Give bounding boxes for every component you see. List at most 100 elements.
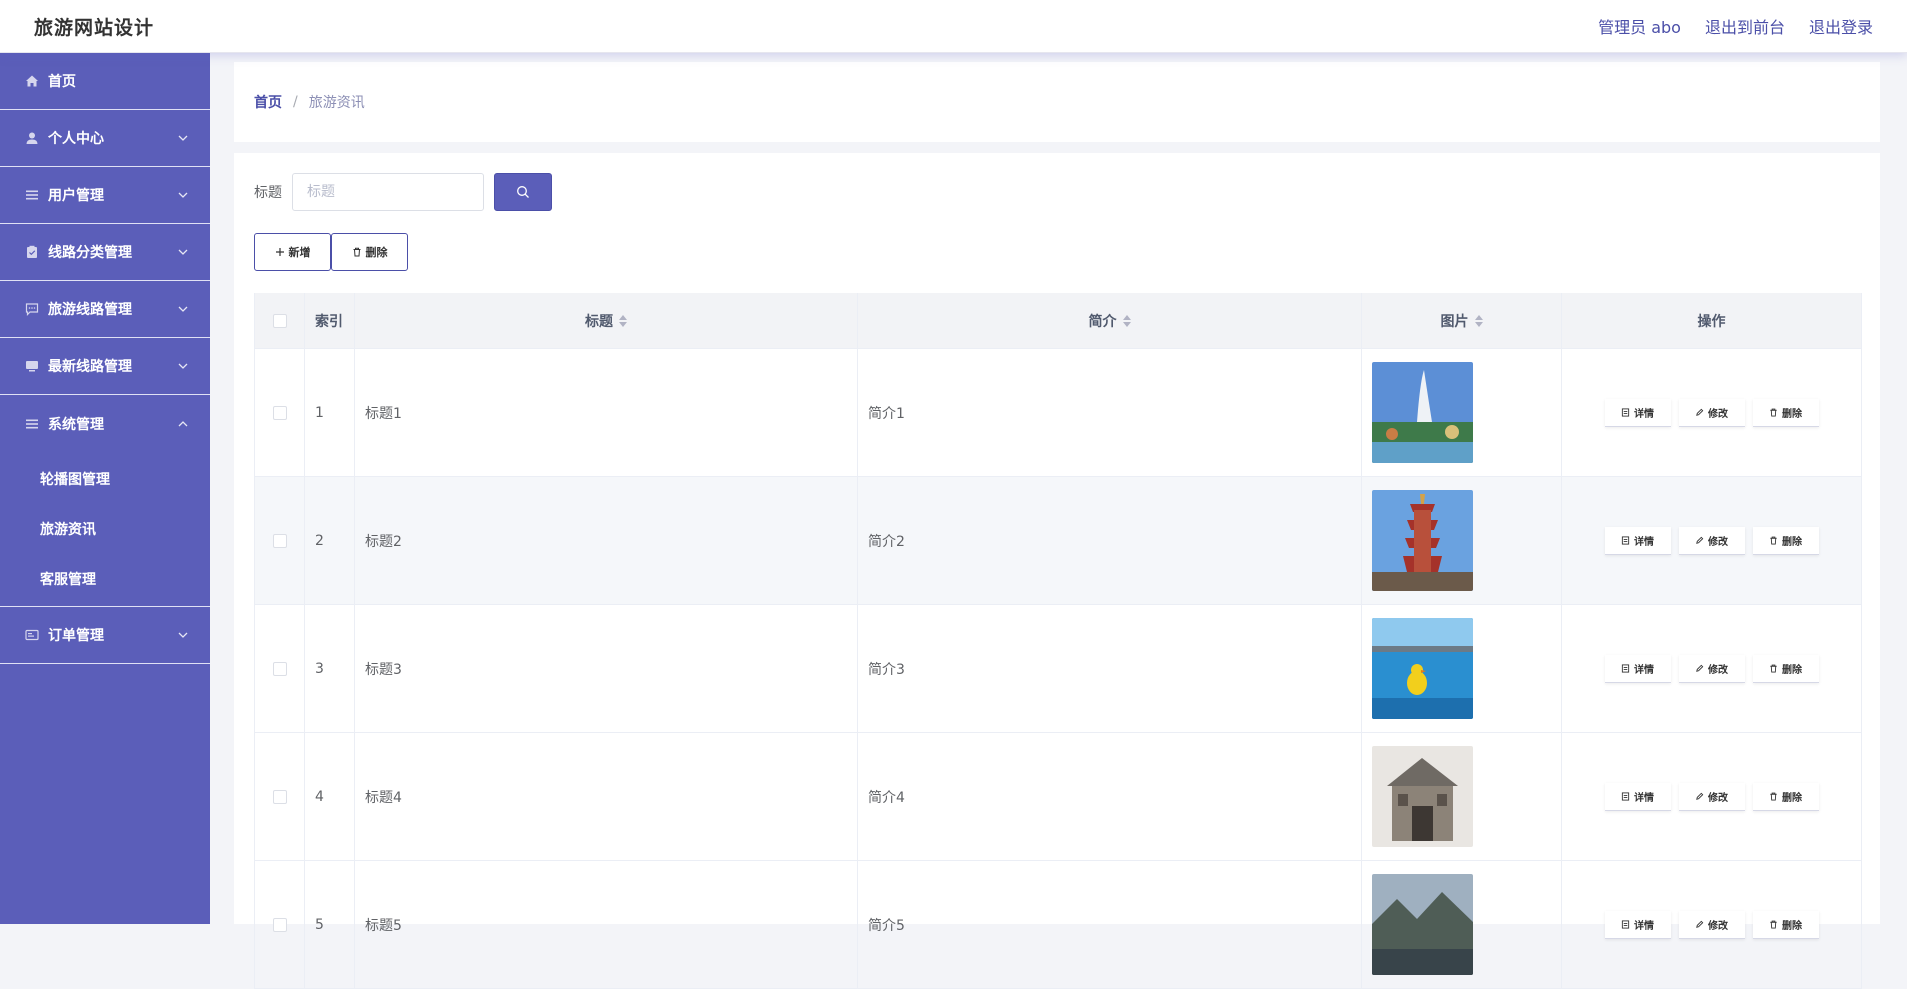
row-intro: 简介3: [858, 605, 1362, 732]
detail-button[interactable]: 详情: [1604, 654, 1671, 683]
table-row: 4 标题4 简介4 详情 修改 删除: [255, 733, 1861, 861]
list-icon: [24, 187, 40, 203]
thumbnail-image: [1372, 874, 1473, 975]
row-ops: 详情 修改 删除: [1562, 349, 1861, 476]
thumbnail-image: [1372, 746, 1473, 847]
row-checkbox[interactable]: [272, 533, 287, 548]
detail-label: 详情: [1634, 408, 1654, 420]
detail-button[interactable]: 详情: [1604, 398, 1671, 427]
delete-button[interactable]: 删除: [1752, 526, 1819, 555]
table-row: 3 标题3 简介3 详情 修改 删除: [255, 605, 1861, 733]
row-title: 标题4: [355, 733, 858, 860]
table-header: 索引 标题 简介 图片 操作: [255, 293, 1861, 349]
row-checkbox-cell: [255, 349, 305, 476]
sort-icon: [1474, 314, 1483, 327]
document-icon: [1621, 791, 1630, 801]
sidebar-item-label: 线路分类管理: [48, 245, 132, 261]
sidebar-item-user-management[interactable]: 用户管理: [0, 167, 210, 224]
delete-button[interactable]: 删除: [1752, 910, 1819, 939]
header-image-label: 图片: [1440, 313, 1469, 330]
sidebar-item-label: 个人中心: [48, 131, 104, 147]
breadcrumb: 首页 / 旅游资讯: [234, 62, 1880, 142]
row-checkbox-cell: [255, 861, 305, 988]
app-title: 旅游网站设计: [34, 16, 155, 39]
search-button[interactable]: [494, 173, 552, 211]
delete-button[interactable]: 删除: [1752, 398, 1819, 427]
card-icon: [24, 627, 40, 643]
monitor-icon: [24, 358, 40, 374]
row-checkbox-cell: [255, 733, 305, 860]
add-button-label: 新增: [288, 246, 311, 259]
row-intro: 简介2: [858, 477, 1362, 604]
row-index: 5: [305, 861, 355, 988]
delete-label: 删除: [1782, 920, 1802, 932]
clipboard-icon: [24, 244, 40, 260]
document-icon: [1621, 663, 1630, 673]
sidebar-item-latest-route[interactable]: 最新线路管理: [0, 338, 210, 395]
trash-icon: [1770, 536, 1777, 545]
edit-button[interactable]: 修改: [1678, 910, 1745, 939]
trash-icon: [1770, 920, 1777, 929]
delete-label: 删除: [1782, 792, 1802, 804]
delete-label: 删除: [1782, 536, 1802, 548]
thumbnail-image: [1372, 490, 1473, 591]
list-icon: [24, 416, 40, 432]
sidebar-item-system[interactable]: 系统管理: [0, 395, 210, 452]
pencil-icon: [1696, 792, 1704, 800]
header-intro[interactable]: 简介: [858, 293, 1362, 348]
row-checkbox[interactable]: [272, 917, 287, 932]
delete-button-label: 删除: [365, 246, 388, 259]
edit-label: 修改: [1708, 920, 1728, 932]
exit-to-front-link[interactable]: 退出到前台: [1705, 14, 1785, 38]
home-icon: [24, 73, 40, 89]
sidebar-item-orders[interactable]: 订单管理: [0, 607, 210, 664]
sidebar-item-label: 旅游线路管理: [48, 302, 132, 318]
row-checkbox[interactable]: [272, 405, 287, 420]
edit-label: 修改: [1708, 664, 1728, 676]
detail-button[interactable]: 详情: [1604, 526, 1671, 555]
sidebar-item-personal-center[interactable]: 个人中心: [0, 110, 210, 167]
batch-delete-button[interactable]: 删除: [331, 233, 408, 271]
edit-label: 修改: [1708, 792, 1728, 804]
edit-button[interactable]: 修改: [1678, 526, 1745, 555]
sidebar-item-travel-route[interactable]: 旅游线路管理: [0, 281, 210, 338]
user-icon: [24, 130, 40, 146]
search-input[interactable]: [292, 173, 484, 211]
edit-button[interactable]: 修改: [1678, 654, 1745, 683]
detail-button[interactable]: 详情: [1604, 910, 1671, 939]
delete-button[interactable]: 删除: [1752, 782, 1819, 811]
chat-icon: [24, 301, 40, 317]
row-checkbox[interactable]: [272, 789, 287, 804]
sidebar-subitem-carousel[interactable]: 轮播图管理: [0, 454, 210, 504]
chevron-down-icon: [178, 363, 188, 369]
row-checkbox-cell: [255, 477, 305, 604]
header-image[interactable]: 图片: [1362, 293, 1562, 348]
pencil-icon: [1696, 664, 1704, 672]
header-title[interactable]: 标题: [355, 293, 858, 348]
logout-link[interactable]: 退出登录: [1809, 14, 1873, 38]
add-button[interactable]: 新增: [254, 233, 331, 271]
chevron-down-icon: [178, 632, 188, 638]
sidebar-item-home[interactable]: 首页: [0, 53, 210, 110]
select-all-checkbox[interactable]: [272, 313, 287, 328]
detail-label: 详情: [1634, 536, 1654, 548]
edit-label: 修改: [1708, 408, 1728, 420]
action-row: 新增 删除: [254, 233, 408, 271]
row-image-cell: [1362, 349, 1562, 476]
sidebar-subitem-customer-service[interactable]: 客服管理: [0, 554, 210, 604]
sidebar-subitem-travel-news[interactable]: 旅游资讯: [0, 504, 210, 554]
row-checkbox[interactable]: [272, 661, 287, 676]
breadcrumb-home[interactable]: 首页: [254, 92, 282, 112]
header-links: 管理员 abo 退出到前台 退出登录: [1598, 14, 1873, 38]
edit-button[interactable]: 修改: [1678, 782, 1745, 811]
row-title: 标题1: [355, 349, 858, 476]
header-index: 索引: [305, 293, 355, 348]
sidebar-item-route-category[interactable]: 线路分类管理: [0, 224, 210, 281]
thumbnail-image: [1372, 618, 1473, 719]
table-row: 5 标题5 简介5 详情 修改 删除: [255, 861, 1861, 989]
admin-label[interactable]: 管理员 abo: [1598, 14, 1681, 38]
top-header: 旅游网站设计 管理员 abo 退出到前台 退出登录: [0, 0, 1907, 53]
delete-button[interactable]: 删除: [1752, 654, 1819, 683]
detail-button[interactable]: 详情: [1604, 782, 1671, 811]
edit-button[interactable]: 修改: [1678, 398, 1745, 427]
